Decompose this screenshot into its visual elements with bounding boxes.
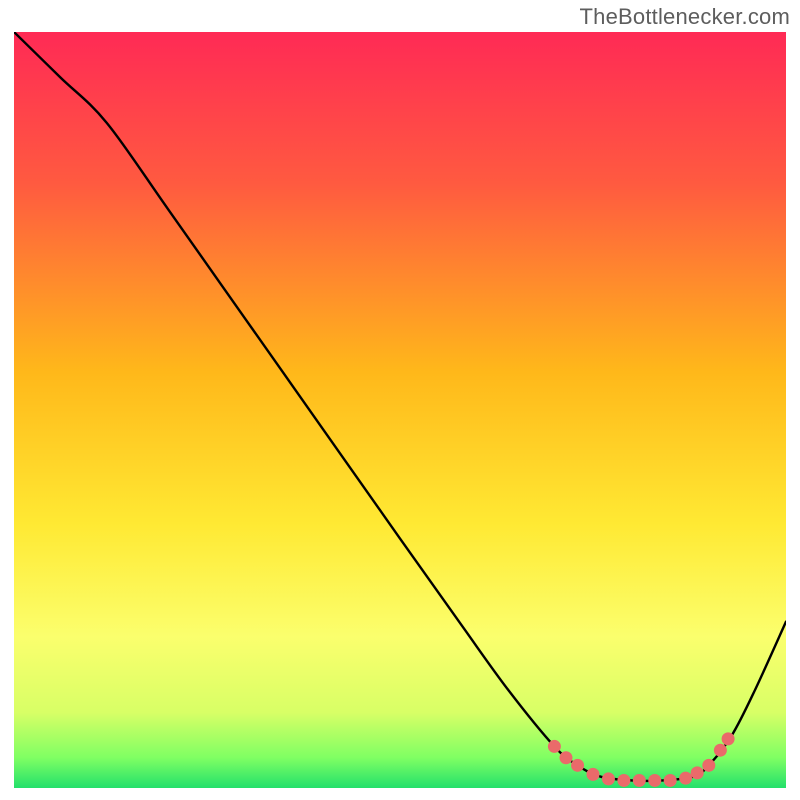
highlight-dot bbox=[633, 774, 646, 787]
highlight-dot bbox=[722, 732, 735, 745]
highlight-dot bbox=[548, 740, 561, 753]
highlight-dot bbox=[664, 774, 677, 787]
gradient-background bbox=[14, 32, 786, 788]
highlight-dot bbox=[587, 768, 600, 781]
highlight-dot bbox=[648, 774, 661, 787]
highlight-dot bbox=[679, 772, 692, 785]
chart-stage: TheBottlenecker.com bbox=[0, 0, 800, 800]
highlight-dot bbox=[559, 751, 572, 764]
highlight-dot bbox=[602, 772, 615, 785]
highlight-dot bbox=[702, 759, 715, 772]
highlight-dot bbox=[571, 759, 584, 772]
highlight-dot bbox=[714, 744, 727, 757]
attribution-label: TheBottlenecker.com bbox=[580, 4, 790, 30]
plot-area bbox=[14, 32, 786, 788]
highlight-dot bbox=[617, 774, 630, 787]
highlight-dot bbox=[691, 766, 704, 779]
bottleneck-chart bbox=[14, 32, 786, 788]
